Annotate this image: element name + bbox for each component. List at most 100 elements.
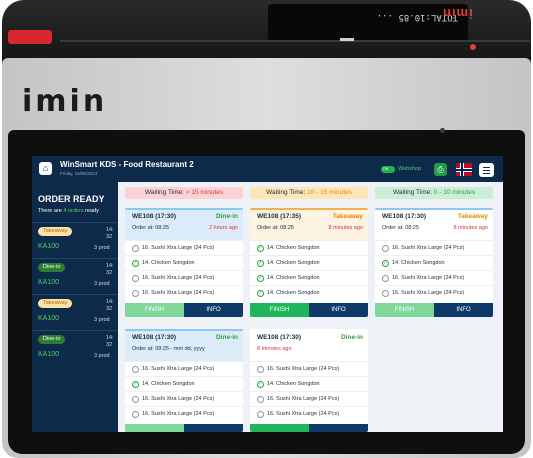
finish-button[interactable]: FINISH (375, 303, 434, 317)
order-item[interactable]: 16. Sushi Xtra Large (24 Pcs) (250, 391, 368, 406)
order-card-header: WE108 (17:30) Dine-in Order at: 08:25 2 … (125, 208, 243, 240)
order-time: 14: 32 (106, 299, 114, 312)
order-item-name: 14. Chicken Songdon (267, 275, 320, 281)
checked-icon[interactable]: ✓ (257, 289, 264, 297)
order-type: Dine-in (215, 213, 238, 220)
unchecked-icon[interactable] (257, 365, 264, 373)
unchecked-icon[interactable] (382, 274, 389, 282)
order-items: 16. Sushi Xtra Large (24 Pcs) ✓ 14. Chicke… (375, 240, 493, 300)
order-card[interactable]: WE108 (17:30) Dine-in Order at: 08:25 - … (125, 329, 243, 432)
waiting-label: Waiting Time: (392, 189, 434, 196)
order-items: 16. Sushi Xtra Large (24 Pcs) ✓ 14. Chicke… (125, 240, 243, 300)
order-item[interactable]: 16. Sushi Xtra Large (24 Pcs) (125, 270, 243, 285)
checked-icon[interactable]: ✓ (132, 259, 139, 267)
ready-order-item[interactable]: Dine-in KA100 14: 32 3 prod (32, 330, 118, 364)
order-item[interactable]: 16. Sushi Xtra Large (24 Pcs) (125, 406, 243, 421)
order-item-name: 16. Sushi Xtra Large (24 Pcs) (142, 290, 215, 296)
order-card-actions (250, 424, 368, 432)
order-item[interactable]: ✓ 14. Chicken Songdon (125, 255, 243, 270)
finish-button[interactable] (125, 424, 184, 432)
order-card[interactable]: WE108 (17:35) Takeaway Order at: 08:25 8… (250, 208, 368, 317)
order-item-name: 14. Chicken Songdon (392, 260, 445, 266)
order-ready-sidebar: ORDER READY There are 4 orders ready Tak… (32, 182, 118, 432)
unchecked-icon[interactable] (257, 410, 264, 418)
order-type: Dine-in (215, 334, 238, 341)
order-item[interactable]: 16. Sushi Xtra Large (24 Pcs) (125, 240, 243, 255)
order-item[interactable]: 16. Sushi Xtra Large (24 Pcs) (125, 361, 243, 376)
order-item[interactable]: 16. Sushi Xtra Large (24 Pcs) (125, 391, 243, 406)
order-item[interactable]: 16. Sushi Xtra Large (24 Pcs) (125, 285, 243, 300)
unchecked-icon[interactable] (382, 244, 389, 252)
ready-order-item[interactable]: Takeaway KA100 14: 32 3 prod (32, 294, 118, 328)
home-icon: ⌂ (42, 163, 49, 173)
order-items: 16. Sushi Xtra Large (24 Pcs) ✓ 14. Chicke… (250, 361, 368, 421)
checked-icon[interactable]: ✓ (382, 259, 389, 267)
language-button[interactable] (456, 163, 472, 176)
unchecked-icon[interactable] (132, 274, 139, 282)
ready-order-item[interactable]: Takeaway KA100 14: 32 3 prod (32, 222, 118, 256)
order-item[interactable]: ✓ 14. Chicken Songdon (250, 240, 368, 255)
order-time: 14: 32 (106, 227, 114, 240)
checked-icon[interactable]: ✓ (257, 274, 264, 282)
checked-icon[interactable]: ✓ (257, 244, 264, 252)
order-card-actions: FINISH INFO (375, 303, 493, 317)
unchecked-icon[interactable] (257, 395, 264, 403)
unchecked-icon[interactable] (132, 289, 139, 297)
checked-icon[interactable]: ✓ (132, 380, 139, 388)
order-card[interactable]: WE108 (17:30) Dine-in 8 minutes ago 16. … (250, 329, 368, 432)
order-item[interactable]: ✓ 14. Chicken Songdon (250, 376, 368, 391)
order-at: Order at: 08:25 (382, 225, 419, 231)
order-item[interactable]: ✓ 14. Chicken Songdon (250, 270, 368, 285)
ready-order-item[interactable]: Dine-in KA100 14: 32 3 prod (32, 258, 118, 292)
unchecked-icon[interactable] (132, 395, 139, 403)
order-item[interactable]: ✓ 14. Chicken Songdon (125, 376, 243, 391)
order-item[interactable]: ✓ 14. Chicken Songdon (250, 285, 368, 300)
checked-icon[interactable]: ✓ (257, 259, 264, 267)
order-card-header: WE108 (17:30) Dine-in 8 minutes ago (250, 329, 368, 361)
order-item[interactable]: ✓ 14. Chicken Songdon (375, 255, 493, 270)
info-button[interactable]: INFO (434, 303, 493, 317)
order-type: Takeaway (457, 213, 488, 220)
order-id: WE108 (17:30) (132, 213, 177, 220)
order-item[interactable]: 16. Sushi Xtra Large (24 Pcs) (375, 240, 493, 255)
unchecked-icon[interactable] (132, 244, 139, 252)
order-item[interactable]: ✓ 14. Chicken Songdon (250, 255, 368, 270)
info-button[interactable] (309, 424, 368, 432)
order-item[interactable]: 16. Sushi Xtra Large (24 Pcs) (375, 270, 493, 285)
unchecked-icon[interactable] (132, 410, 139, 418)
unchecked-icon[interactable] (382, 289, 389, 297)
finish-button[interactable] (250, 424, 309, 432)
order-code: KA100 (38, 351, 60, 358)
info-button[interactable]: INFO (184, 303, 243, 317)
info-button[interactable] (184, 424, 243, 432)
menu-icon-bar (483, 169, 490, 171)
info-button[interactable]: INFO (309, 303, 368, 317)
finish-button[interactable]: FINISH (125, 303, 184, 317)
waiting-label: Waiting Time: (144, 189, 186, 196)
home-button[interactable]: ⌂ (39, 162, 52, 175)
order-item-name: 14. Chicken Songdon (142, 260, 195, 266)
order-time: 14: 32 (106, 335, 114, 348)
unchecked-icon[interactable] (132, 365, 139, 373)
kds-screen: ⌂ WinSmart KDS - Food Restaurant 2 Frida… (32, 156, 503, 432)
order-at: Order at: 08:25 (132, 225, 169, 231)
checked-icon[interactable]: ✓ (257, 380, 264, 388)
menu-button[interactable] (479, 163, 494, 177)
receipt-paper: TOTAL:10.85 ... (268, 4, 468, 42)
camera-icon (440, 128, 445, 133)
printer-button[interactable]: ⎙ (434, 163, 447, 176)
order-items: 16. Sushi Xtra Large (24 Pcs) ✓ 14. Chicke… (125, 361, 243, 421)
webshop-toggle[interactable]: ON (381, 166, 395, 173)
sidebar-subtitle: There are 4 orders ready (38, 208, 99, 214)
menu-icon (483, 166, 490, 168)
order-item-name: 16. Sushi Xtra Large (24 Pcs) (142, 275, 215, 281)
order-item[interactable]: 16. Sushi Xtra Large (24 Pcs) (250, 361, 368, 376)
product-count: 3 prod (94, 245, 110, 251)
printer-logo: imin (442, 6, 473, 21)
order-card[interactable]: WE108 (17:30) Dine-in Order at: 08:25 2 … (125, 208, 243, 317)
order-at: Order at: 08:25 (257, 225, 294, 231)
order-item[interactable]: 16. Sushi Xtra Large (24 Pcs) (375, 285, 493, 300)
finish-button[interactable]: FINISH (250, 303, 309, 317)
order-item[interactable]: 16. Sushi Xtra Large (24 Pcs) (250, 406, 368, 421)
order-card[interactable]: WE108 (17:30) Takeaway Order at: 08:25 8… (375, 208, 493, 317)
